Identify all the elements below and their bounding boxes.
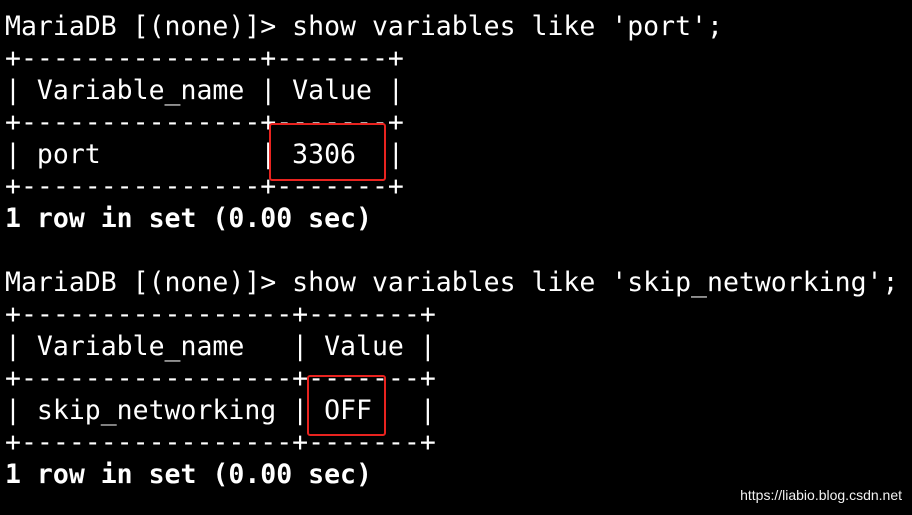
table-header: | Variable_name | Value | [5, 331, 436, 362]
table-border: +-----------------+-------+ [5, 299, 436, 330]
result-status: 1 row in set (0.00 sec) [5, 459, 372, 490]
command-line: MariaDB [(none)]> show variables like 's… [5, 267, 899, 298]
result-status: 1 row in set (0.00 sec) [5, 203, 372, 234]
watermark: https://liabio.blog.csdn.net [740, 487, 902, 503]
table-border: +---------------+-------+ [5, 43, 404, 74]
table-header: | Variable_name | Value | [5, 75, 404, 106]
port-value-highlight [269, 123, 386, 181]
terminal-window[interactable]: MariaDB [(none)]> show variables like 'p… [5, 0, 912, 515]
skip-networking-value-highlight [307, 375, 386, 436]
command-line: MariaDB [(none)]> show variables like 'p… [5, 11, 723, 42]
